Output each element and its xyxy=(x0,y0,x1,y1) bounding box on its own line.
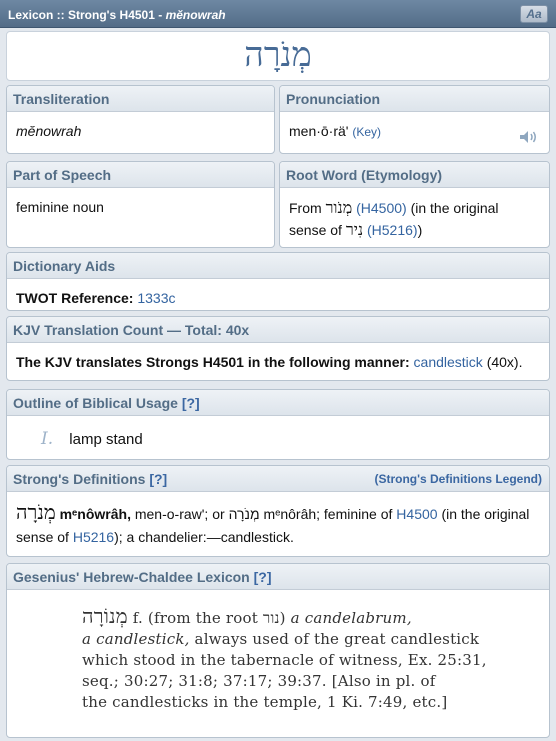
gesenius-header-label: Gesenius' Hebrew-Chaldee Lexicon xyxy=(13,569,250,585)
outline-header-label: Outline of Biblical Usage xyxy=(13,395,178,411)
twot-label: TWOT Reference: xyxy=(16,290,134,306)
gesenius-help-link[interactable]: [?] xyxy=(254,569,272,585)
transliteration-value: mĕnowrah xyxy=(16,123,82,139)
strongs-line2-end: ); a chandelier:—candlestick. xyxy=(114,529,294,545)
root-end-text: ) xyxy=(417,222,423,238)
strongs-ref-h4500[interactable]: H4500 xyxy=(396,506,437,522)
strongs-line1-text: men-o-raw'; or מְנֹרָה mᵉnôrâh; feminine… xyxy=(134,506,393,522)
pronunciation-value: men·ō·rä' xyxy=(289,123,349,139)
font-size-button[interactable]: Aa xyxy=(520,5,548,23)
strongs-header-label: Strong's Definitions xyxy=(13,471,146,487)
gesenius-text-1c: a candelabrum, xyxy=(290,609,412,627)
speaker-icon[interactable] xyxy=(519,130,539,144)
transliteration-header: Transliteration xyxy=(7,86,274,112)
root-from-text: From xyxy=(289,200,322,216)
dictionary-aids-body: TWOT Reference: 1333c xyxy=(7,279,549,309)
strongs-panel: Strong's Definitions [?] (Strong's Defin… xyxy=(6,465,550,557)
strongs-ref-h5216[interactable]: H5216 xyxy=(73,529,114,545)
titlebar-prefix: Lexicon :: Strong's H4501 - xyxy=(8,8,166,22)
outline-numeral: I. xyxy=(41,429,54,449)
strongs-body: מְנֹרָה mᵉnôwrâh, men-o-raw'; or מְנֹרָה… xyxy=(7,492,549,549)
gesenius-root-hebrew: נור xyxy=(262,609,280,627)
part-of-speech-panel: Part of Speech feminine noun xyxy=(6,161,275,248)
kjv-header: KJV Translation Count — Total: 40x xyxy=(7,317,549,343)
pronunciation-panel: Pronunciation men·ō·rä' (Key) xyxy=(279,85,550,154)
pronunciation-key-link[interactable]: (Key) xyxy=(352,125,381,139)
strongs-legend-link[interactable]: (Strong's Definitions Legend) xyxy=(374,472,542,486)
headword: מְנֹרָה xyxy=(6,31,550,81)
root-ref-h4500[interactable]: (H4500) xyxy=(356,200,407,216)
root-sense-text: sense of xyxy=(289,222,342,238)
part-of-speech-header: Part of Speech xyxy=(7,162,274,188)
gesenius-line-2: a candlestick, always used of the great … xyxy=(82,629,549,650)
twot-reference-link[interactable]: 1333c xyxy=(137,290,175,306)
gesenius-text-2a: a candlestick, xyxy=(82,630,190,648)
gesenius-scan: מְנוֹרָה f. (from the root נור) a candel… xyxy=(7,590,549,713)
gesenius-hebrew: מְנוֹרָה xyxy=(82,604,128,628)
strongs-transliteration: mᵉnôwrâh, xyxy=(59,506,131,522)
outline-panel: Outline of Biblical Usage [?] I. lamp st… xyxy=(6,389,550,460)
outline-header: Outline of Biblical Usage [?] xyxy=(7,390,549,416)
transliteration-panel: Transliteration mĕnowrah xyxy=(6,85,275,154)
gesenius-line-5: the candlesticks in the temple, 1 Ki. 7:… xyxy=(82,693,448,711)
kjv-panel: KJV Translation Count — Total: 40x The K… xyxy=(6,316,550,381)
outline-item-text: lamp stand xyxy=(69,431,143,448)
gesenius-header: Gesenius' Hebrew-Chaldee Lexicon [?] xyxy=(7,564,549,590)
gesenius-text-1a: f. (from the root xyxy=(132,609,258,627)
root-ref-h5216[interactable]: (H5216) xyxy=(367,222,418,238)
root-word-header: Root Word (Etymology) xyxy=(280,162,549,188)
dictionary-aids-header: Dictionary Aids xyxy=(7,253,549,279)
root-hebrew-2: נִיר xyxy=(345,220,364,239)
root-hebrew-1: מְנֹור xyxy=(325,198,353,217)
root-mid-text: (in the original xyxy=(410,200,499,216)
strongs-hebrew: מְנֹרָה xyxy=(16,500,56,524)
outline-item: I. lamp stand xyxy=(7,416,549,449)
pronunciation-body: men·ō·rä' (Key) xyxy=(280,112,549,143)
kjv-body: The KJV translates Strongs H4501 in the … xyxy=(7,343,549,373)
window-titlebar: Lexicon :: Strong's H4501 - mĕnowrah Aa xyxy=(0,0,556,28)
kjv-count: (40x). xyxy=(486,354,523,370)
part-of-speech-value: feminine noun xyxy=(16,199,104,215)
kjv-text: The KJV translates Strongs H4501 in the … xyxy=(16,354,410,370)
dictionary-aids-panel: Dictionary Aids TWOT Reference: 1333c xyxy=(6,252,550,311)
outline-help-link[interactable]: [?] xyxy=(182,395,200,411)
kjv-candlestick-link[interactable]: candlestick xyxy=(414,354,483,370)
strongs-header: Strong's Definitions [?] (Strong's Defin… xyxy=(7,466,549,492)
gesenius-panel: Gesenius' Hebrew-Chaldee Lexicon [?] מְנ… xyxy=(6,563,550,738)
gesenius-line-1: מְנוֹרָה f. (from the root נור) a candel… xyxy=(82,606,549,629)
gesenius-line-3: which stood in the tabernacle of witness… xyxy=(82,651,487,669)
strongs-help-link[interactable]: [?] xyxy=(149,471,167,487)
pronunciation-header: Pronunciation xyxy=(280,86,549,112)
gesenius-line-4: seq.; 30:27; 31:8; 37:17; 39:37. [Also i… xyxy=(82,672,436,690)
root-word-panel: Root Word (Etymology) From מְנֹור (H4500… xyxy=(279,161,550,248)
strongs-line1-end: (in the xyxy=(441,506,481,522)
root-word-body: From מְנֹור (H4500) (in the original sen… xyxy=(280,188,549,241)
titlebar-transliteration: mĕnowrah xyxy=(165,8,226,22)
gesenius-text-1b: ) xyxy=(279,609,286,627)
gesenius-text-2b: always used of the great candlestick xyxy=(194,630,480,648)
